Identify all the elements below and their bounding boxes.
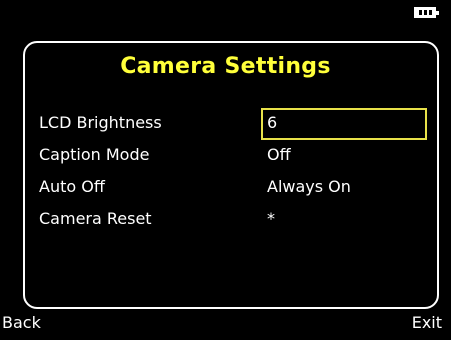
setting-value-auto-off[interactable]: Always On: [267, 177, 351, 196]
battery-cell: [424, 10, 427, 15]
setting-label-auto-off[interactable]: Auto Off: [39, 177, 105, 196]
battery-cell: [429, 10, 432, 15]
setting-label-lcd-brightness[interactable]: LCD Brightness: [39, 113, 162, 132]
selected-field-highlight[interactable]: [261, 108, 427, 140]
setting-label-caption-mode[interactable]: Caption Mode: [39, 145, 149, 164]
setting-value-lcd-brightness[interactable]: 6: [267, 113, 277, 132]
battery-icon: [414, 7, 439, 18]
setting-value-camera-reset[interactable]: *: [267, 209, 275, 228]
exit-button[interactable]: Exit: [412, 313, 442, 332]
setting-label-camera-reset[interactable]: Camera Reset: [39, 209, 152, 228]
camera-screen: Camera Settings LCD Brightness 6 Caption…: [0, 0, 451, 340]
setting-value-caption-mode[interactable]: Off: [267, 145, 291, 164]
battery-cell: [419, 10, 422, 15]
settings-panel: [23, 41, 439, 309]
back-button[interactable]: Back: [2, 313, 41, 332]
page-title: Camera Settings: [120, 54, 331, 79]
